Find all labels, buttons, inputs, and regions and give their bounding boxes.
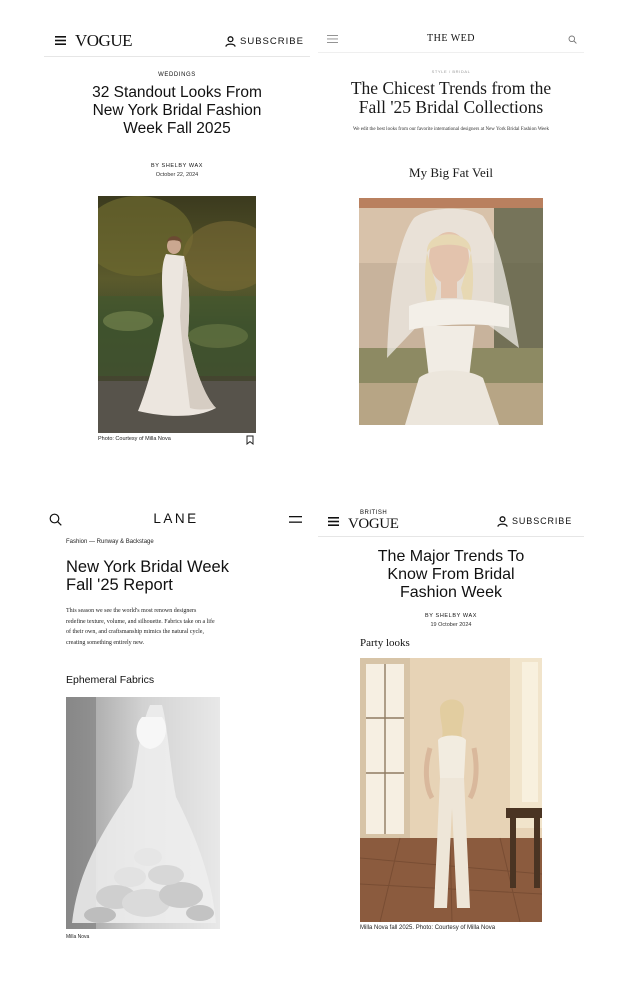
subscribe-link[interactable]: SUBSCRIBE	[512, 516, 572, 526]
the-wed-panel: THE WED STYLE / BRIDAL The Chicest Trend…	[318, 26, 584, 446]
article-headline: 32 Standout Looks From New York Bridal F…	[92, 84, 262, 137]
section-heading: Party looks	[360, 637, 410, 649]
publish-date: October 22, 2024	[155, 172, 199, 178]
vogue-us-panel: VOGUE SUBSCRIBE WEDDINGS 32 Standout Loo…	[44, 26, 310, 456]
vogue-logo[interactable]: VOGUE	[348, 516, 399, 533]
vogue-us-header: VOGUE SUBSCRIBE	[44, 26, 310, 57]
user-icon[interactable]	[496, 515, 508, 527]
hamburger-menu-icon[interactable]	[288, 513, 302, 525]
section-heading: My Big Fat Veil	[409, 165, 493, 180]
article-headline: The Chicest Trends from the Fall '25 Bri…	[350, 78, 552, 117]
photo-caption: Milla Nova fall 2025. Photo: Courtesy of…	[360, 925, 496, 931]
tulle-gown-bw-photo[interactable]	[66, 697, 220, 929]
byline[interactable]: BY SHELBY WAX	[318, 613, 584, 619]
article-headline: The Major Trends To Know From Bridal Fas…	[377, 548, 525, 601]
the-wed-logo[interactable]: THE WED	[318, 33, 584, 44]
the-wed-header: THE WED	[318, 26, 584, 53]
vogue-logo[interactable]: VOGUE	[75, 31, 133, 51]
section-heading: Ephemeral Fabrics	[66, 674, 155, 686]
category-label[interactable]: WEDDINGS	[44, 72, 310, 78]
bookmark-icon[interactable]	[244, 434, 256, 446]
british-vogue-panel: BRITISH VOGUE SUBSCRIBE The Major Trends…	[318, 504, 584, 940]
breadcrumb[interactable]: STYLE / BRIDAL	[318, 69, 584, 74]
british-vogue-header: BRITISH VOGUE SUBSCRIBE	[318, 504, 584, 537]
photo-caption: Photo: Courtesy of Milla Nova	[98, 436, 171, 442]
hamburger-menu-icon[interactable]	[327, 515, 339, 527]
bridal-gown-garden-photo[interactable]	[98, 196, 256, 433]
bride-jumpsuit-photo[interactable]	[360, 658, 542, 922]
lane-panel: LANE Fashion — Runway & Backstage New Yo…	[42, 504, 310, 944]
hamburger-menu-icon[interactable]	[54, 34, 66, 46]
publish-date: 19 October 2024	[430, 622, 472, 628]
user-icon[interactable]	[224, 35, 236, 47]
lane-logo[interactable]: LANE	[42, 511, 310, 526]
article-headline: New York Bridal Week Fall '25 Report	[66, 558, 229, 594]
subscribe-link[interactable]: SUBSCRIBE	[240, 36, 304, 47]
byline[interactable]: BY SHELBY WAX	[44, 163, 310, 169]
breadcrumb[interactable]: Fashion — Runway & Backstage	[66, 539, 154, 545]
article-body: This season we see the world's most reno…	[66, 608, 215, 646]
bride-veil-photo[interactable]	[359, 198, 543, 425]
article-dek: We edit the best looks from our favorite…	[352, 127, 549, 132]
search-icon[interactable]	[567, 34, 577, 44]
photo-caption: Milla Nova	[66, 934, 90, 940]
